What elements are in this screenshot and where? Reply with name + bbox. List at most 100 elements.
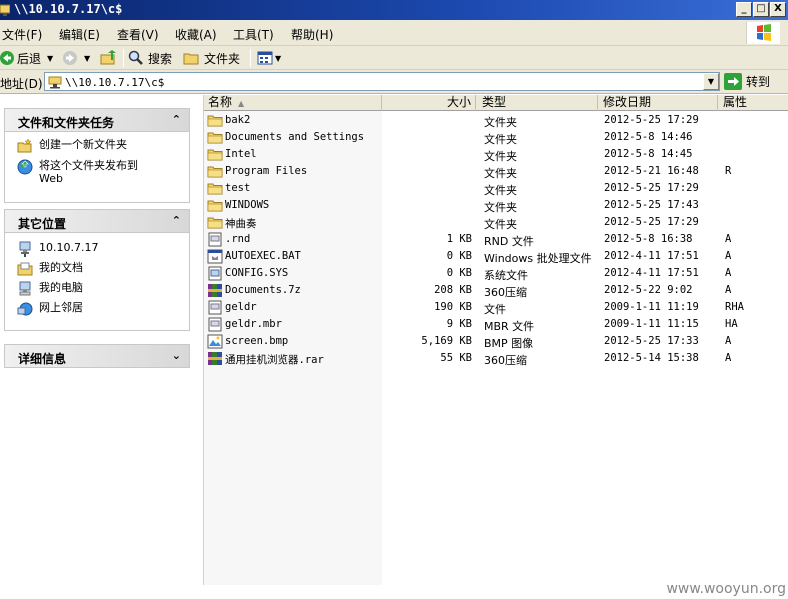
- archive-icon: [207, 283, 223, 298]
- file-size: 55 KB: [440, 352, 472, 364]
- file-name: Documents and Settings: [225, 131, 365, 143]
- file-attributes: A: [725, 335, 732, 347]
- maximize-button[interactable]: □: [753, 2, 769, 17]
- publish-web-task[interactable]: 将这个文件夹发布到 Web: [17, 159, 138, 185]
- folder-icon: [207, 164, 223, 179]
- file-row[interactable]: WINDOWS 文件夹 2012-5-25 17:43: [204, 197, 788, 214]
- file-attributes: A: [725, 267, 732, 279]
- views-button[interactable]: ▼: [257, 49, 281, 67]
- forward-button[interactable]: ▼: [62, 49, 90, 67]
- file-name: Program Files: [225, 165, 308, 177]
- column-header-row: 名称 ▲ 大小 类型 修改日期 属性: [204, 95, 788, 111]
- task-pane: 文件和文件夹任务 ⌃ 创建一个新文件夹 将这个文件夹发布到 Web 其它位置 ⌃: [0, 95, 203, 599]
- minimize-button[interactable]: _: [736, 2, 752, 17]
- address-input[interactable]: \\10.10.7.17\c$ ▼: [44, 72, 720, 91]
- forward-dropdown-icon[interactable]: ▼: [84, 54, 90, 63]
- batch-file-icon: [207, 249, 223, 264]
- menu-file[interactable]: 文件(F): [2, 26, 42, 43]
- file-row[interactable]: Documents and Settings 文件夹 2012-5-8 14:46: [204, 129, 788, 146]
- sort-ascending-icon: ▲: [238, 99, 245, 108]
- menu-tools[interactable]: 工具(T): [233, 26, 274, 43]
- go-button[interactable]: 转到: [724, 72, 770, 91]
- file-row[interactable]: test 文件夹 2012-5-25 17:29: [204, 180, 788, 197]
- file-type: 文件夹: [484, 133, 517, 146]
- title-bar: \\10.10.7.17\c$ _ □ X: [0, 0, 788, 20]
- expand-chevron-icon[interactable]: ⌄: [172, 349, 181, 362]
- window-title: \\10.10.7.17\c$: [14, 2, 123, 16]
- file-row[interactable]: Documents.7z 208 KB 360压缩 2012-5-22 9:02 A: [204, 282, 788, 299]
- file-modified: 2012-5-22 9:02: [604, 284, 693, 296]
- folder-icon: [207, 181, 223, 196]
- column-size[interactable]: 大小: [382, 95, 476, 111]
- file-type: 文件夹: [484, 167, 517, 180]
- file-row[interactable]: Intel 文件夹 2012-5-8 14:45: [204, 146, 788, 163]
- place-network[interactable]: 网上邻居: [17, 301, 83, 317]
- other-places-header[interactable]: 其它位置 ⌃: [4, 209, 190, 233]
- menu-favorites[interactable]: 收藏(A): [175, 26, 217, 43]
- place-my-documents[interactable]: 我的文档: [17, 261, 83, 277]
- file-modified: 2012-5-25 17:29: [604, 216, 699, 228]
- collapse-chevron-icon[interactable]: ⌃: [172, 214, 181, 227]
- file-attributes: A: [725, 250, 732, 262]
- views-dropdown-icon: ▼: [275, 53, 282, 63]
- place-network-host[interactable]: 10.10.7.17: [17, 241, 98, 257]
- tasks-panel-header[interactable]: 文件和文件夹任务 ⌃: [4, 108, 190, 132]
- file-type: 文件夹: [484, 150, 517, 163]
- file-attributes: R: [725, 165, 732, 177]
- folders-button[interactable]: 文件夹: [183, 49, 240, 67]
- details-panel-header[interactable]: 详细信息 ⌄: [4, 344, 190, 368]
- file-row[interactable]: bak2 文件夹 2012-5-25 17:29: [204, 112, 788, 129]
- up-folder-button[interactable]: [100, 49, 118, 67]
- column-type[interactable]: 类型: [476, 95, 598, 111]
- file-name: screen.bmp: [225, 335, 289, 347]
- new-folder-icon: [17, 138, 32, 153]
- file-modified: 2009-1-11 11:15: [604, 318, 699, 330]
- file-size: 5,169 KB: [421, 335, 472, 347]
- create-folder-task[interactable]: 创建一个新文件夹: [17, 138, 127, 154]
- file-row[interactable]: screen.bmp 5,169 KB BMP 图像 2012-5-25 17:33 A: [204, 333, 788, 350]
- file-name: bak2: [225, 114, 251, 126]
- file-name: geldr: [225, 301, 257, 313]
- file-list: 名称 ▲ 大小 类型 修改日期 属性 bak2 文件夹 2012-5-25 17:29…: [203, 95, 788, 585]
- file-row[interactable]: 神曲奏 文件夹 2012-5-25 17:29: [204, 214, 788, 231]
- file-row[interactable]: Program Files 文件夹 2012-5-21 16:48 R: [204, 163, 788, 180]
- address-label: 地址(D): [0, 77, 43, 91]
- back-button[interactable]: 后退 ▼: [0, 49, 53, 67]
- file-row[interactable]: .rnd 1 KB RND 文件 2012-5-8 16:38 A: [204, 231, 788, 248]
- file-name: WINDOWS: [225, 199, 270, 211]
- network-folder-icon: [0, 4, 10, 16]
- folder-icon: [207, 198, 223, 213]
- file-modified: 2012-5-25 17:29: [604, 114, 699, 126]
- file-modified: 2009-1-11 11:19: [604, 301, 699, 313]
- file-row[interactable]: AUTOEXEC.BAT 0 KB Windows 批处理文件 2012-4-11 1…: [204, 248, 788, 265]
- file-modified: 2012-5-25 17:43: [604, 199, 699, 211]
- bitmap-image-icon: [207, 334, 223, 349]
- windows-logo-icon: [746, 22, 780, 44]
- column-modified[interactable]: 修改日期: [598, 95, 718, 111]
- file-row[interactable]: CONFIG.SYS 0 KB 系统文件 2012-4-11 17:51 A: [204, 265, 788, 282]
- file-row[interactable]: geldr.mbr 9 KB MBR 文件 2009-1-11 11:15 HA: [204, 316, 788, 333]
- folders-icon: [183, 53, 199, 65]
- collapse-chevron-icon[interactable]: ⌃: [172, 113, 181, 126]
- file-row[interactable]: 通用挂机浏览器.rar 55 KB 360压缩 2012-5-14 15:38 A: [204, 350, 788, 367]
- file-modified: 2012-5-14 15:38: [604, 352, 699, 364]
- menu-view[interactable]: 查看(V): [117, 26, 159, 43]
- details-panel: 详细信息 ⌄: [4, 344, 190, 368]
- views-icon: [257, 51, 273, 65]
- system-file-icon: [207, 266, 223, 281]
- file-row[interactable]: geldr 190 KB 文件 2009-1-11 11:19 RHA: [204, 299, 788, 316]
- column-attributes[interactable]: 属性: [718, 95, 788, 111]
- file-size: 0 KB: [446, 250, 472, 262]
- column-name[interactable]: 名称 ▲: [204, 95, 382, 111]
- search-button[interactable]: 搜索: [128, 49, 172, 67]
- file-modified: 2012-5-25 17:33: [604, 335, 699, 347]
- address-dropdown-button[interactable]: ▼: [703, 73, 719, 90]
- place-my-computer[interactable]: 我的电脑: [17, 281, 83, 297]
- file-modified: 2012-5-25 17:29: [604, 182, 699, 194]
- close-button[interactable]: X: [770, 2, 786, 17]
- file-modified: 2012-4-11 17:51: [604, 267, 699, 279]
- back-dropdown-icon[interactable]: ▼: [47, 54, 53, 63]
- menu-edit[interactable]: 编辑(E): [59, 26, 100, 43]
- file-name: 通用挂机浏览器.rar: [225, 354, 324, 366]
- menu-help[interactable]: 帮助(H): [291, 26, 333, 43]
